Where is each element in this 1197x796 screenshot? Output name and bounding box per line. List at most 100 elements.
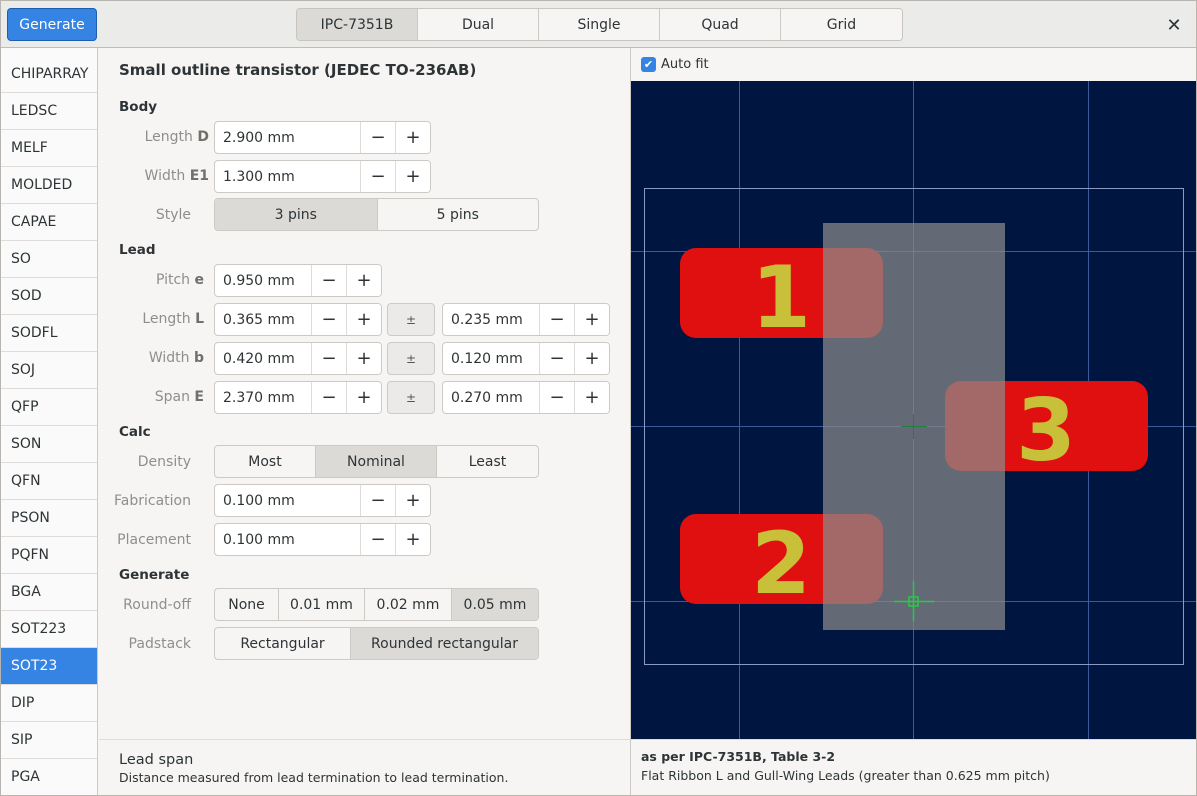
tab-single[interactable]: Single	[539, 9, 660, 40]
lead-length-tolerance-stepper[interactable]: 0.235 mm − +	[442, 303, 610, 336]
lead-width-tolerance-toggle[interactable]: ±	[387, 342, 435, 375]
style-option-3-pins[interactable]: 3 pins	[215, 199, 378, 230]
sidebar-item-pga[interactable]: PGA	[1, 759, 97, 795]
lead-span-input[interactable]: 2.370 mm	[215, 382, 311, 413]
sidebar-item-qfp[interactable]: QFP	[1, 389, 97, 426]
density-option-most[interactable]: Most	[215, 446, 316, 477]
sidebar-item-capae[interactable]: CAPAE	[1, 204, 97, 241]
footprint-preview[interactable]: 1 2 3	[631, 81, 1196, 739]
plus-button[interactable]: +	[346, 304, 381, 335]
lead-span-tolerance-stepper[interactable]: 0.270 mm − +	[442, 381, 610, 414]
body-length-stepper[interactable]: 2.900 mm − +	[214, 121, 431, 154]
close-icon[interactable]: ✕	[1160, 11, 1188, 39]
lead-width-stepper[interactable]: 0.420 mm − +	[214, 342, 382, 375]
app-window: Generate IPC-7351B Dual Single Quad Grid…	[0, 0, 1197, 796]
minus-button[interactable]: −	[360, 122, 395, 153]
pad-3-label: 3	[1016, 381, 1076, 481]
pad-1-label: 1	[751, 248, 811, 348]
minus-button[interactable]: −	[311, 304, 346, 335]
minus-button[interactable]: −	[539, 382, 574, 413]
minus-button[interactable]: −	[311, 265, 346, 296]
sidebar-item-sodfl[interactable]: SODFL	[1, 315, 97, 352]
sidebar-item-pqfn[interactable]: PQFN	[1, 537, 97, 574]
minus-button[interactable]: −	[311, 343, 346, 374]
sidebar-item-son[interactable]: SON	[1, 426, 97, 463]
tab-grid[interactable]: Grid	[781, 9, 902, 40]
plus-button[interactable]: +	[395, 161, 430, 192]
minus-button[interactable]: −	[539, 343, 574, 374]
plus-button[interactable]: +	[346, 382, 381, 413]
standard-reference: as per IPC-7351B, Table 3-2 Flat Ribbon …	[631, 739, 1196, 795]
roundoff-label: Round-off	[123, 597, 191, 613]
roundoff-option-none[interactable]: None	[215, 589, 279, 620]
lead-pitch-stepper[interactable]: 0.950 mm − +	[214, 264, 382, 297]
sidebar-item-dip[interactable]: DIP	[1, 685, 97, 722]
placement-input[interactable]: 0.100 mm	[215, 524, 360, 555]
roundoff-option-0-02[interactable]: 0.02 mm	[365, 589, 452, 620]
lead-width-tolerance-input[interactable]: 0.120 mm	[443, 343, 539, 374]
sidebar-item-soj[interactable]: SOJ	[1, 352, 97, 389]
style-option-5-pins[interactable]: 5 pins	[378, 199, 539, 230]
minus-button[interactable]: −	[360, 161, 395, 192]
package-sidebar: CHIPARRAY LEDSC MELF MOLDED CAPAE SO SOD…	[1, 48, 98, 795]
sidebar-item-pson[interactable]: PSON	[1, 500, 97, 537]
fabrication-label: Fabrication	[114, 493, 191, 509]
checkbox-checked-icon[interactable]: ✔	[641, 56, 656, 72]
density-option-least[interactable]: Least	[437, 446, 538, 477]
fabrication-input[interactable]: 0.100 mm	[215, 485, 360, 516]
lead-span-stepper[interactable]: 2.370 mm − +	[214, 381, 382, 414]
padstack-option-rectangular[interactable]: Rectangular	[215, 628, 351, 659]
generate-button[interactable]: Generate	[7, 8, 97, 41]
plus-button[interactable]: +	[395, 524, 430, 555]
tab-quad[interactable]: Quad	[660, 9, 781, 40]
lead-length-stepper[interactable]: 0.365 mm − +	[214, 303, 382, 336]
plus-button[interactable]: +	[574, 382, 609, 413]
roundoff-option-0-05[interactable]: 0.05 mm	[452, 589, 538, 620]
standard-reference-description: Flat Ribbon L and Gull-Wing Leads (great…	[641, 768, 1050, 783]
plus-button[interactable]: +	[346, 343, 381, 374]
standard-tabs: IPC-7351B Dual Single Quad Grid	[296, 8, 903, 41]
minus-button[interactable]: −	[360, 524, 395, 555]
lead-width-input[interactable]: 0.420 mm	[215, 343, 311, 374]
plus-button[interactable]: +	[574, 304, 609, 335]
plus-button[interactable]: +	[395, 485, 430, 516]
sidebar-item-bga[interactable]: BGA	[1, 574, 97, 611]
fabrication-stepper[interactable]: 0.100 mm − +	[214, 484, 431, 517]
lead-span-tolerance-input[interactable]: 0.270 mm	[443, 382, 539, 413]
body-width-stepper[interactable]: 1.300 mm − +	[214, 160, 431, 193]
sidebar-item-ledsc[interactable]: LEDSC	[1, 93, 97, 130]
padstack-option-rounded-rectangular[interactable]: Rounded rectangular	[351, 628, 538, 659]
footprint-canvas: 1 2 3	[631, 81, 1196, 739]
sidebar-item-qfn[interactable]: QFN	[1, 463, 97, 500]
lead-length-input[interactable]: 0.365 mm	[215, 304, 311, 335]
minus-button[interactable]: −	[311, 382, 346, 413]
lead-width-tolerance-stepper[interactable]: 0.120 mm − +	[442, 342, 610, 375]
sidebar-item-molded[interactable]: MOLDED	[1, 167, 97, 204]
minus-button[interactable]: −	[360, 485, 395, 516]
plus-button[interactable]: +	[574, 343, 609, 374]
sidebar-item-sot223[interactable]: SOT223	[1, 611, 97, 648]
plus-button[interactable]: +	[346, 265, 381, 296]
tab-ipc-7351b[interactable]: IPC-7351B	[297, 9, 418, 40]
body-width-input[interactable]: 1.300 mm	[215, 161, 360, 192]
body-length-input[interactable]: 2.900 mm	[215, 122, 360, 153]
sidebar-item-melf[interactable]: MELF	[1, 130, 97, 167]
density-option-nominal[interactable]: Nominal	[316, 446, 437, 477]
sidebar-item-sot23[interactable]: SOT23	[1, 648, 97, 685]
placement-stepper[interactable]: 0.100 mm − +	[214, 523, 431, 556]
lead-pitch-input[interactable]: 0.950 mm	[215, 265, 311, 296]
style-selector: 3 pins 5 pins	[214, 198, 539, 231]
lead-length-tolerance-toggle[interactable]: ±	[387, 303, 435, 336]
tab-dual[interactable]: Dual	[418, 9, 539, 40]
sidebar-item-so[interactable]: SO	[1, 241, 97, 278]
lead-span-tolerance-toggle[interactable]: ±	[387, 381, 435, 414]
lead-length-tolerance-input[interactable]: 0.235 mm	[443, 304, 539, 335]
header-bar: Generate IPC-7351B Dual Single Quad Grid…	[1, 1, 1196, 48]
minus-button[interactable]: −	[539, 304, 574, 335]
plus-button[interactable]: +	[395, 122, 430, 153]
autofit-checkbox[interactable]: ✔ Auto fit	[641, 55, 709, 73]
sidebar-item-sip[interactable]: SIP	[1, 722, 97, 759]
sidebar-item-sod[interactable]: SOD	[1, 278, 97, 315]
roundoff-option-0-01[interactable]: 0.01 mm	[279, 589, 365, 620]
sidebar-item-chiparray[interactable]: CHIPARRAY	[1, 56, 97, 93]
